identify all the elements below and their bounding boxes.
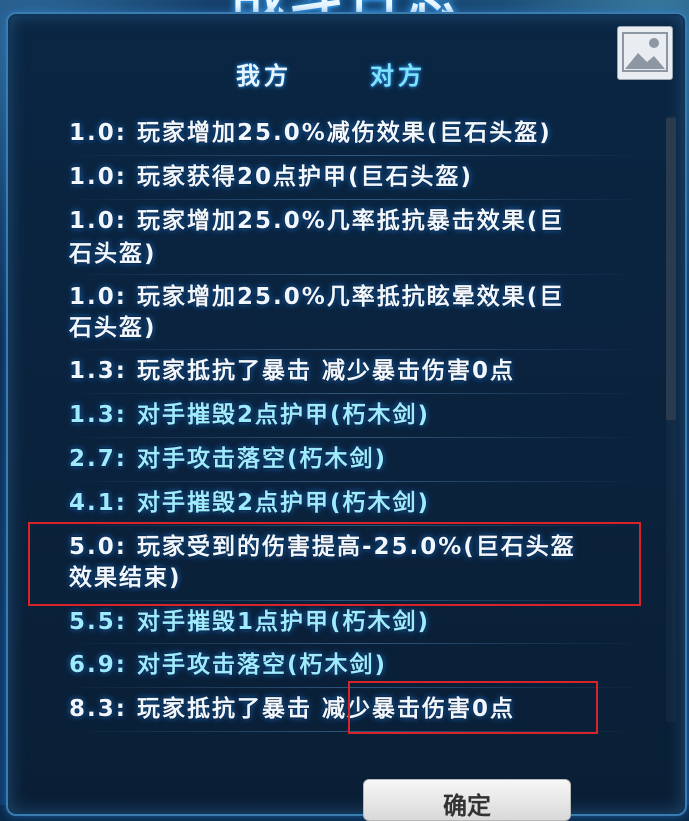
log-divider [66,274,646,275]
tab-opponent-side[interactable]: 对方 [370,56,426,91]
tab-my-side[interactable]: 我方 [236,56,292,91]
log-divider [66,349,646,350]
log-entry: 1.0: 玩家获得20点护甲(巨石头盔) [69,164,473,190]
log-entry: 1.0: 玩家增加25.0%几率抵抗暴击效果(巨 [69,208,565,234]
log-entry: 1.3: 玩家抵抗了暴击 减少暴击伤害0点 [69,358,515,384]
log-entry: 6.9: 对手攻击落空(朽木剑) [69,652,387,678]
log-entry: 1.3: 对手摧毁2点护甲(朽木剑) [69,402,430,428]
log-entry-continued: 石头盔) [69,315,157,341]
highlight-box-crit-reduction [348,681,598,734]
log-divider [66,437,646,438]
log-scrollbar-thumb[interactable] [666,118,676,420]
log-entry: 5.5: 对手摧毁1点护甲(朽木剑) [69,609,430,635]
log-entry: 2.7: 对手攻击落空(朽木剑) [69,446,387,472]
highlight-box-effect-end [28,522,641,606]
log-entry: 1.0: 玩家增加25.0%几率抵抗眩晕效果(巨 [69,284,565,310]
log-divider [66,481,646,482]
log-divider [66,643,646,644]
confirm-button[interactable]: 确定 [363,779,571,821]
log-entry: 1.0: 玩家增加25.0%减伤效果(巨石头盔) [69,120,552,146]
log-divider [66,393,646,394]
log-divider [66,199,646,200]
log-divider [66,155,646,156]
log-entry-continued: 石头盔) [69,241,157,267]
log-entry: 4.1: 对手摧毁2点护甲(朽木剑) [69,490,430,516]
image-placeholder-icon[interactable] [617,26,673,80]
